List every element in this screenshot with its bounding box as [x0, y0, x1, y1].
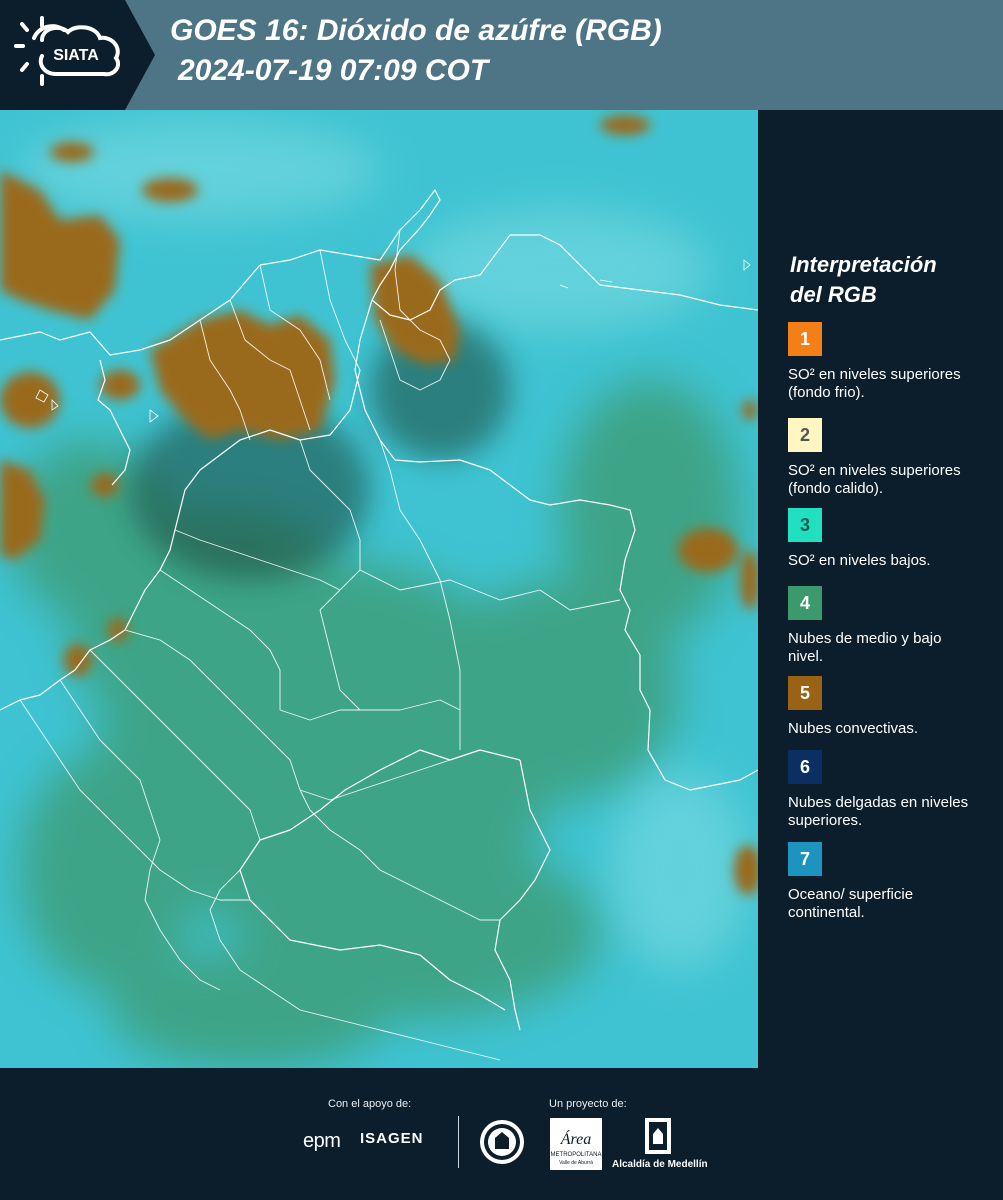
legend-description-5: Nubes convectivas. [788, 720, 919, 737]
epm-logo: epm [303, 1130, 341, 1152]
legend-panel: Interpretación del RGB 1 SO² en niveles … [762, 110, 1003, 1068]
legend-description-4: Nubes de medio y bajo nivel. [788, 630, 942, 665]
legend-item-5: 5 Nubes convectivas. [788, 676, 988, 738]
legend-swatch-6: 6 [788, 750, 822, 784]
area-logo-sub: METROPOLITANA [551, 1152, 602, 1158]
isagen-logo: ISAGEN [360, 1130, 424, 1147]
footer-divider [458, 1116, 459, 1168]
legend-swatch-4: 4 [788, 586, 822, 620]
legend-number-2: 2 [799, 424, 810, 445]
legend-title: Interpretación del RGB [790, 250, 990, 310]
support-label: Con el apoyo de: [328, 1098, 412, 1110]
legend-number-7: 7 [799, 848, 810, 869]
legend-description-3: SO² en niveles bajos. [788, 552, 931, 569]
legend-number-5: 5 [799, 682, 810, 703]
satellite-map [0, 110, 758, 1068]
alcaldia-text: Alcaldía de Medellín [612, 1159, 708, 1170]
legend-description-2: SO² en niveles superiores (fondo calido)… [788, 462, 961, 497]
legend-item-6: 6 Nubes delgadas en niveles superiores. [788, 750, 988, 830]
area-metropolitana-logo: Área METROPOLITANA Valle de Aburrá [550, 1118, 602, 1170]
legend-swatch-1: 1 [788, 322, 822, 356]
legend-title-line2: del RGB [790, 282, 877, 307]
legend-swatch-7: 7 [788, 842, 822, 876]
page-datetime: 2024-07-19 07:09 COT [178, 54, 489, 87]
legend-number-4: 4 [799, 592, 810, 613]
page-title: GOES 16: Dióxido de azúfre (RGB) [170, 14, 662, 47]
legend-item-4: 4 Nubes de medio y bajo nivel. [788, 586, 988, 666]
project-label: Un proyecto de: [549, 1098, 627, 1110]
legend-item-3: 3 SO² en niveles bajos. [788, 508, 988, 570]
alcaldia-logo: Alcaldía de Medellín [612, 1116, 708, 1176]
area-logo-text: Área [560, 1129, 592, 1148]
legend-swatch-5: 5 [788, 676, 822, 710]
legend-description-7: Oceano/ superficie continental. [788, 886, 914, 921]
alcaldia-shield-icon [645, 1118, 671, 1154]
legend-title-line1: Interpretación [790, 252, 937, 277]
medellin-seal-icon [480, 1120, 524, 1164]
legend-swatch-3: 3 [788, 508, 822, 542]
legend-number-3: 3 [799, 514, 810, 535]
siata-logo: SIATA [14, 16, 121, 86]
legend-number-6: 6 [799, 756, 810, 777]
legend-description-1: SO² en niveles superiores (fondo frio). [788, 366, 961, 401]
legend-number-1: 1 [799, 328, 810, 349]
legend-item-7: 7 Oceano/ superficie continental. [788, 842, 988, 922]
header: SIATA GOES 16: Dióxido de azúfre (RGB) 2… [0, 0, 1003, 110]
area-logo-sub2: Valle de Aburrá [559, 1160, 593, 1166]
legend-item-2: 2 SO² en niveles superiores (fondo calid… [788, 418, 988, 498]
legend-description-6: Nubes delgadas en niveles superiores. [788, 794, 969, 829]
area-metropolitana-icon: Área METROPOLITANA Valle de Aburrá [550, 1118, 602, 1170]
footer: Con el apoyo de: Un proyecto de: epm ISA… [0, 1068, 1003, 1200]
legend-swatch-2: 2 [788, 418, 822, 452]
siata-logo-text: SIATA [53, 47, 99, 64]
legend-item-1: 1 SO² en niveles superiores (fondo frio)… [788, 322, 988, 402]
